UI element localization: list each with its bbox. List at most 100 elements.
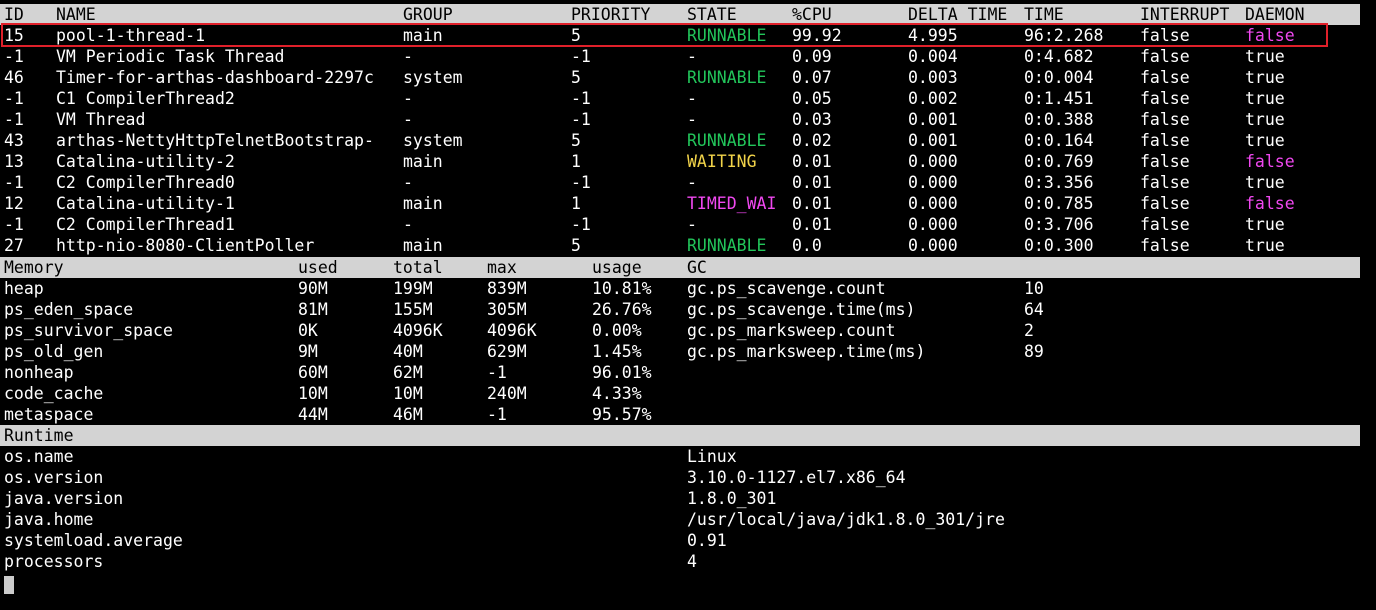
runtime-key: os.version	[4, 468, 104, 487]
terminal-window: ID NAME GROUP PRIORITY STATE %CPU DELTA_…	[0, 0, 1376, 610]
thread-daemon: true	[1245, 173, 1285, 192]
gc-value: 89	[1024, 342, 1044, 361]
memory-usage: 0.00%	[592, 321, 642, 340]
thread-cpu: 0.09	[792, 47, 832, 66]
thread-cpu: 0.01	[792, 173, 832, 192]
thread-daemon: true	[1245, 68, 1285, 87]
thread-id: -1	[4, 89, 24, 108]
terminal-cursor[interactable]	[4, 576, 14, 594]
thread-delta-time: 0.000	[908, 194, 958, 213]
thread-delta-time: 0.002	[908, 89, 958, 108]
thread-name: arthas-NettyHttpTelnetBootstrap-	[56, 131, 374, 150]
memory-total: 62M	[393, 363, 423, 382]
memory-max: 4096K	[487, 321, 537, 340]
thread-name: Catalina-utility-2	[56, 152, 235, 171]
thread-group: -	[403, 173, 413, 192]
col-id-header: ID	[4, 5, 24, 24]
memory-max: -1	[487, 363, 507, 382]
thread-group: main	[403, 194, 443, 213]
memory-used: 81M	[298, 300, 328, 319]
gc-header: GC	[687, 258, 707, 277]
thread-group: system	[403, 131, 463, 150]
thread-name: C1 CompilerThread2	[56, 89, 235, 108]
thread-time: 0:0.388	[1024, 110, 1094, 129]
memory-total: 46M	[393, 405, 423, 424]
thread-cpu: 0.02	[792, 131, 832, 150]
thread-interrupt: false	[1140, 89, 1190, 108]
thread-group: main	[403, 152, 443, 171]
memory-max: -1	[487, 405, 507, 424]
runtime-key: os.name	[4, 447, 74, 466]
thread-group: -	[403, 110, 413, 129]
thread-interrupt: false	[1140, 131, 1190, 150]
memory-table-header: Memory used total max usage GC	[0, 257, 1360, 278]
thread-id: 12	[4, 194, 24, 213]
thread-cpu: 0.03	[792, 110, 832, 129]
thread-priority: -1	[571, 215, 591, 234]
thread-state: RUNNABLE	[687, 68, 767, 87]
col-interrupt-header: INTERRUPT	[1140, 5, 1230, 24]
thread-state: -	[687, 110, 697, 129]
thread-daemon: true	[1245, 110, 1285, 129]
max-header: max	[487, 258, 517, 277]
thread-priority: 5	[571, 236, 581, 255]
memory-name: ps_survivor_space	[4, 321, 173, 340]
thread-delta-time: 0.004	[908, 47, 958, 66]
gc-key: gc.ps_scavenge.count	[687, 279, 886, 298]
thread-time: 0:0.769	[1024, 152, 1094, 171]
thread-priority: 5	[571, 68, 581, 87]
thread-group: -	[403, 47, 413, 66]
thread-delta-time: 0.000	[908, 173, 958, 192]
thread-name: http-nio-8080-ClientPoller	[56, 236, 315, 255]
thread-state: -	[687, 89, 697, 108]
col-delta-time-header: DELTA_TIME	[908, 5, 1008, 24]
thread-group: -	[403, 215, 413, 234]
thread-state: RUNNABLE	[687, 131, 767, 150]
thread-delta-time: 0.000	[908, 152, 958, 171]
thread-name: VM Thread	[56, 110, 146, 129]
memory-total: 4096K	[393, 321, 443, 340]
thread-priority: -1	[571, 89, 591, 108]
col-name-header: NAME	[56, 5, 96, 24]
thread-id: -1	[4, 173, 24, 192]
thread-priority: -1	[571, 47, 591, 66]
runtime-key: java.home	[4, 510, 94, 529]
thread-interrupt: false	[1140, 152, 1190, 171]
usage-header: usage	[592, 258, 642, 277]
thread-daemon: false	[1245, 194, 1295, 213]
gc-key: gc.ps_marksweep.time(ms)	[687, 342, 926, 361]
thread-state: -	[687, 215, 697, 234]
thread-delta-time: 0.001	[908, 131, 958, 150]
runtime-key: java.version	[4, 489, 124, 508]
memory-max: 629M	[487, 342, 527, 361]
memory-used: 60M	[298, 363, 328, 382]
thread-priority: -1	[571, 173, 591, 192]
thread-time: 0:0.300	[1024, 236, 1094, 255]
thread-interrupt: false	[1140, 236, 1190, 255]
thread-time: 0:0.004	[1024, 68, 1094, 87]
thread-name: Catalina-utility-1	[56, 194, 235, 213]
memory-usage: 95.57%	[592, 405, 652, 424]
memory-usage: 10.81%	[592, 279, 652, 298]
memory-name: metaspace	[4, 405, 94, 424]
selected-row-highlight	[1, 23, 1328, 47]
thread-priority: 1	[571, 152, 581, 171]
thread-cpu: 0.01	[792, 152, 832, 171]
thread-group: system	[403, 68, 463, 87]
thread-cpu: 0.01	[792, 215, 832, 234]
col-group-header: GROUP	[403, 5, 453, 24]
thread-interrupt: false	[1140, 194, 1190, 213]
thread-cpu: 0.07	[792, 68, 832, 87]
col-time-header: TIME	[1024, 5, 1064, 24]
memory-name: ps_old_gen	[4, 342, 104, 361]
runtime-value: 0.91	[687, 531, 727, 550]
thread-interrupt: false	[1140, 110, 1190, 129]
thread-daemon: false	[1245, 152, 1295, 171]
memory-used: 10M	[298, 384, 328, 403]
thread-cpu: 0.05	[792, 89, 832, 108]
runtime-value: 1.8.0_301	[687, 489, 777, 508]
thread-table-header: ID NAME GROUP PRIORITY STATE %CPU DELTA_…	[0, 4, 1360, 25]
thread-daemon: true	[1245, 215, 1285, 234]
thread-time: 0:0.785	[1024, 194, 1094, 213]
thread-state: RUNNABLE	[687, 236, 767, 255]
